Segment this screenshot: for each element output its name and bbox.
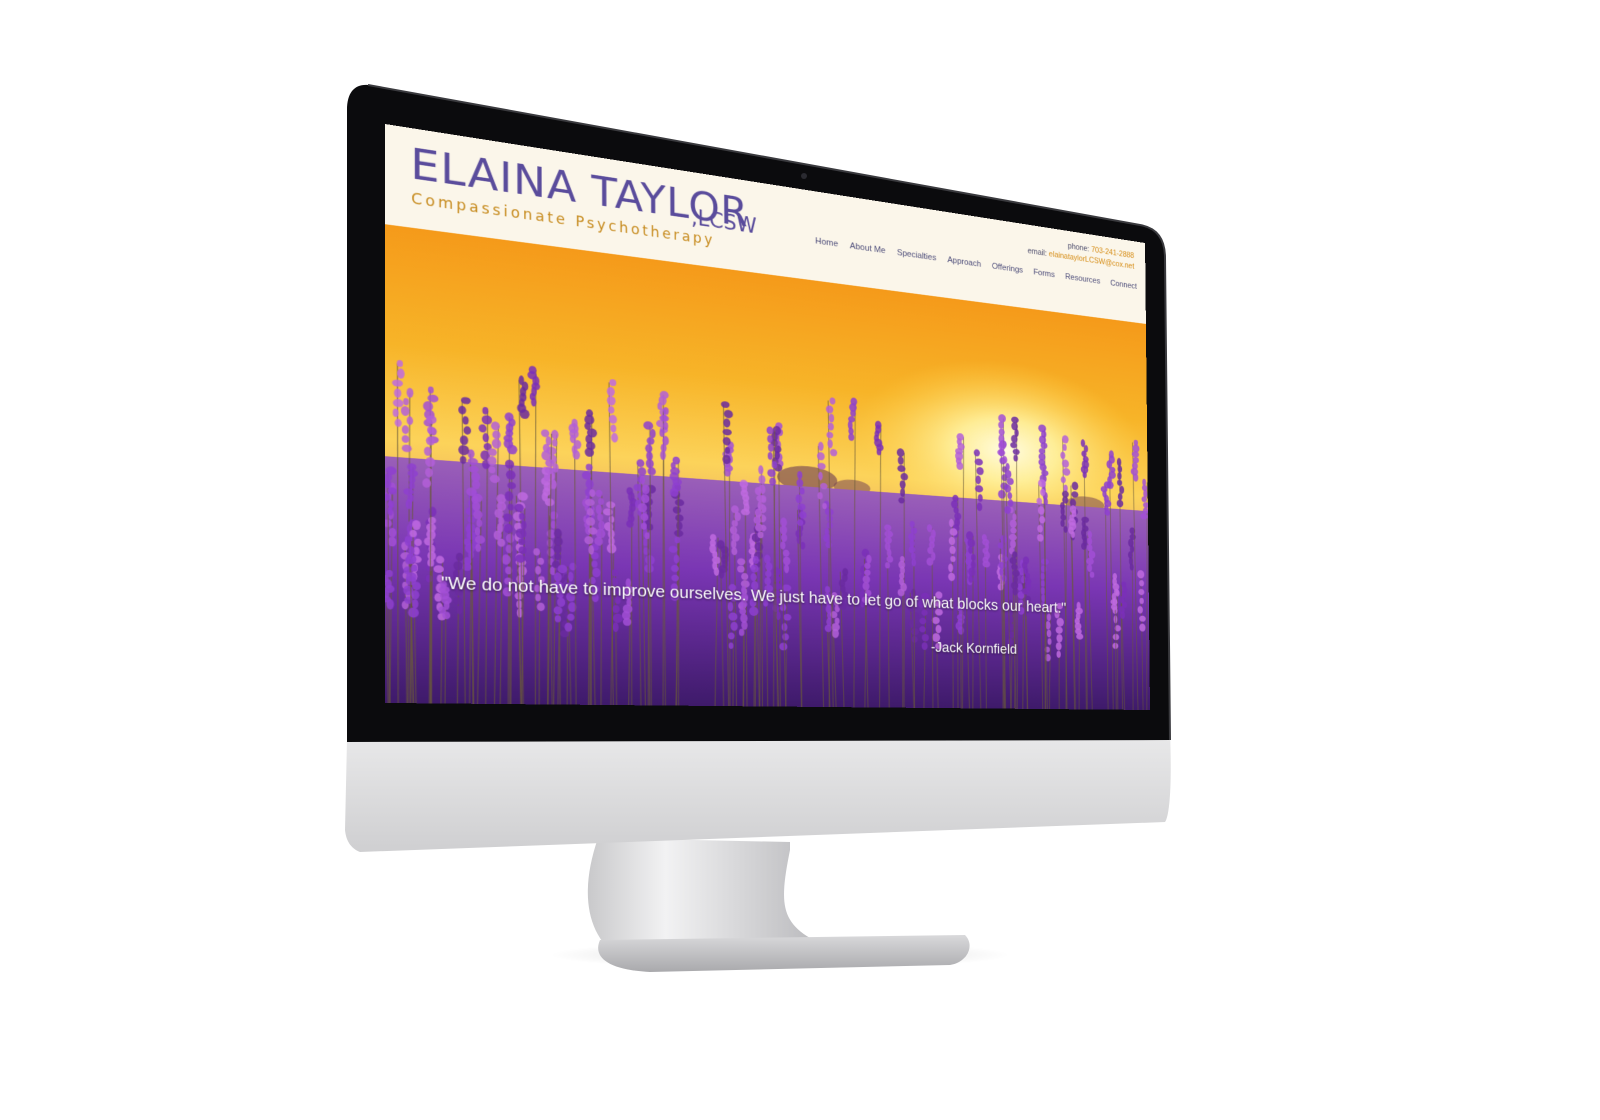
stand-base	[598, 935, 969, 972]
nav-about-me[interactable]: About Me	[850, 241, 886, 255]
nav-approach[interactable]: Approach	[947, 255, 981, 269]
nav-specialties[interactable]: Specialties	[897, 248, 936, 263]
nav-resources[interactable]: Resources	[1065, 272, 1100, 286]
quote-author: -Jack Kornfield	[931, 640, 1017, 659]
scene: ELAINA TAYLOR ,LCSW Compassionate Psycho…	[0, 0, 1600, 1120]
monitor-chin	[345, 733, 1171, 852]
email-label: email:	[1028, 246, 1047, 258]
contact-info: phone: 703-241-2888 email: elainataylorL…	[1027, 235, 1134, 273]
camera-icon	[801, 173, 807, 179]
nav-home[interactable]: Home	[815, 236, 838, 249]
nav-connect[interactable]: Connect	[1110, 279, 1137, 291]
nav-offerings[interactable]: Offerings	[992, 262, 1023, 275]
nav-forms[interactable]: Forms	[1033, 268, 1054, 280]
